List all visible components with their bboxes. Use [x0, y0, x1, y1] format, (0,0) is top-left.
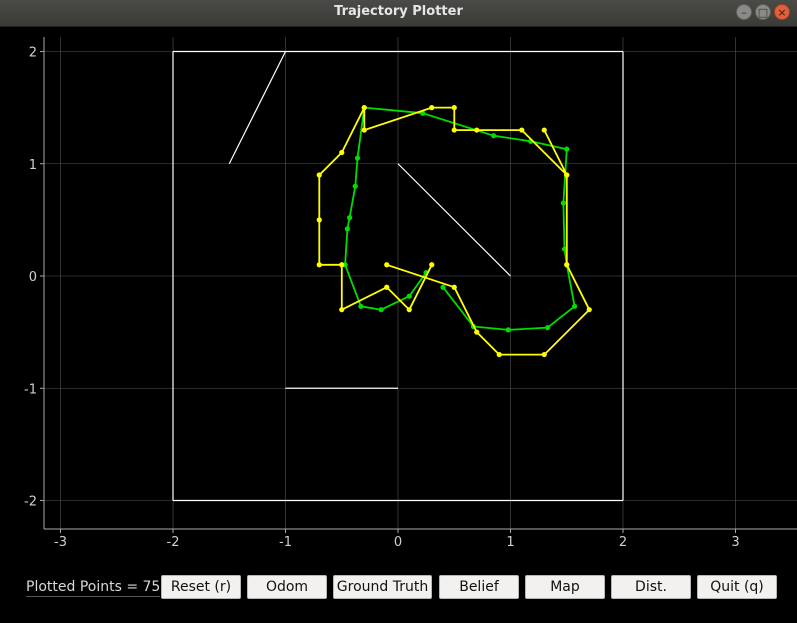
- trajectory-series: [316, 105, 592, 358]
- trajectory-point: [384, 262, 390, 268]
- x-tick-label: 0: [394, 535, 402, 550]
- trajectory-point: [361, 105, 367, 111]
- y-tick-label: -2: [24, 495, 37, 510]
- trajectory-point: [339, 149, 345, 156]
- y-tick-label: 1: [29, 158, 37, 173]
- trajectory-point: [451, 127, 457, 133]
- trajectory-point: [352, 183, 358, 189]
- x-tick-label: -2: [167, 535, 180, 550]
- y-tick-label: -1: [24, 382, 37, 397]
- trajectory-point: [339, 307, 345, 313]
- trajectory-point: [496, 351, 502, 358]
- trajectory-point: [564, 146, 570, 152]
- close-icon[interactable]: ×: [774, 4, 790, 20]
- y-tick-label: 0: [29, 270, 37, 285]
- trajectory-point: [491, 133, 497, 139]
- trajectory-point: [474, 329, 480, 335]
- trajectory-point: [451, 105, 457, 111]
- trajectory-point: [378, 307, 384, 313]
- trajectory-point: [361, 127, 367, 133]
- trajectory-point: [316, 172, 322, 178]
- trajectory-point: [316, 262, 322, 268]
- trajectory-point: [451, 284, 457, 290]
- trajectory-point: [545, 325, 551, 331]
- trajectory-point: [339, 262, 345, 268]
- trajectory-point: [440, 284, 446, 290]
- x-tick-label: -1: [279, 535, 292, 550]
- reset-button[interactable]: Reset (r): [161, 575, 241, 599]
- x-tick-label: -3: [54, 535, 67, 550]
- minimize-icon[interactable]: –: [736, 4, 752, 20]
- trajectory-point: [519, 127, 525, 133]
- trajectory-point: [358, 303, 364, 309]
- x-tick-label: 3: [731, 535, 739, 550]
- y-tick-label: 2: [29, 46, 37, 61]
- trajectory-point: [541, 351, 547, 358]
- dist-button[interactable]: Dist.: [611, 575, 691, 599]
- trajectory-point: [406, 293, 412, 299]
- ground-truth-button[interactable]: Ground Truth: [333, 575, 432, 599]
- trajectory-point: [541, 127, 547, 133]
- trajectory-point: [474, 127, 480, 133]
- trajectory-point: [572, 303, 578, 309]
- map-wall-segment: [397, 163, 511, 277]
- title-bar: Trajectory Plotter – □ ×: [0, 0, 797, 27]
- trajectory-point: [384, 284, 390, 290]
- trajectory-point: [354, 155, 361, 161]
- trajectory-plot[interactable]: -3 -2 -1 0 1 2 3 -2 -1 0 1 2: [0, 27, 797, 567]
- trajectory-point: [586, 307, 592, 313]
- trajectory-yellow: [316, 105, 592, 358]
- belief-button[interactable]: Belief: [439, 575, 519, 599]
- quit-button[interactable]: Quit (q): [697, 575, 777, 599]
- trajectory-point: [564, 262, 570, 268]
- x-tick-label: 2: [619, 535, 627, 550]
- control-bar: Plotted Points = 75 Reset (r) Odom Groun…: [0, 567, 797, 623]
- trajectory-point: [344, 226, 350, 232]
- trajectory-point: [429, 105, 435, 111]
- trajectory-point: [505, 327, 511, 333]
- trajectory-point: [429, 262, 435, 268]
- trajectory-point: [560, 200, 566, 206]
- plotted-points-label: Plotted Points = 75: [26, 579, 161, 597]
- odom-button[interactable]: Odom: [247, 575, 327, 599]
- x-tick-label: 1: [506, 535, 514, 550]
- trajectory-point: [316, 217, 322, 223]
- trajectory-point: [406, 307, 412, 313]
- map-button[interactable]: Map: [525, 575, 605, 599]
- map-wall-segment: [228, 51, 287, 165]
- window-title: Trajectory Plotter: [334, 4, 463, 19]
- trajectory-point: [564, 172, 570, 178]
- maximize-icon[interactable]: □: [755, 4, 771, 20]
- trajectory-point: [347, 215, 353, 221]
